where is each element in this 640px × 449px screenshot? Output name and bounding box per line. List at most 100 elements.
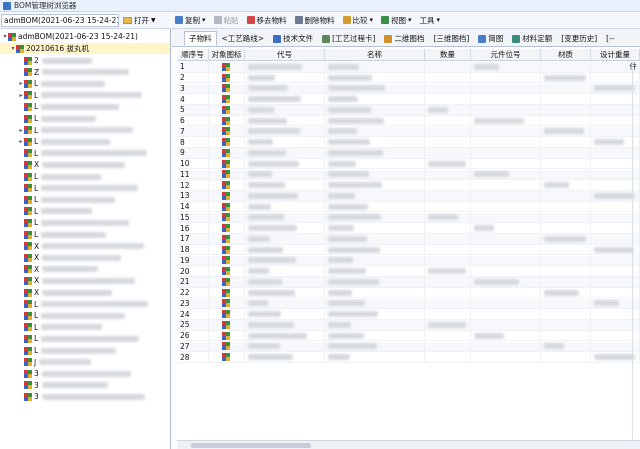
tree-node[interactable]: L [0,194,170,205]
tab-0[interactable]: 子物料 [184,31,217,46]
tab-5[interactable]: [三维图档] [429,31,473,46]
tree-node[interactable]: J [0,357,170,368]
table-row[interactable]: 28 [177,352,640,363]
table-row[interactable]: 23 [177,298,640,310]
tab-3[interactable]: [工艺过程卡] [318,31,379,46]
open-button[interactable]: 打开 ▼ [123,14,156,27]
scrollbar-thumb[interactable] [191,443,311,448]
tab-2[interactable]: 技术文件 [269,31,317,46]
tree-node[interactable]: 3 [0,391,170,402]
table-row[interactable]: 17 [177,234,640,245]
redacted-text [248,354,293,361]
column-header[interactable]: 对象图标 [209,49,245,61]
tree-node[interactable]: L [0,322,170,333]
redacted-text [248,268,269,275]
table-row[interactable]: 16 [177,223,640,234]
table-row[interactable]: 24 [177,309,640,320]
column-header[interactable]: 设计重量 [591,49,640,61]
tree-node[interactable]: ▸ L [0,90,170,101]
tree-node[interactable]: L [0,310,170,321]
tree-node[interactable]: L [0,171,170,182]
toolbar-item-2[interactable]: 移去物料 [246,15,287,26]
table-row[interactable]: 13 [177,191,640,202]
tree-node[interactable]: X [0,264,170,275]
table-row[interactable]: 18 [177,244,640,256]
table-cell [541,287,591,298]
table-row[interactable]: 19 [177,255,640,267]
tab-1[interactable]: <工艺路线> [218,31,269,46]
tree-node[interactable]: Z [0,67,170,78]
table-row[interactable]: 6 [177,115,640,127]
table-row[interactable]: 4 [177,94,640,105]
redacted-text [428,160,466,167]
column-header[interactable]: 数量 [425,49,471,61]
table-row[interactable]: 15 [177,212,640,224]
table-row[interactable]: 3 [177,83,640,95]
tab-8[interactable]: [变更历史] [557,31,601,46]
tree-node[interactable]: X [0,275,170,286]
tab-7[interactable]: 材料定额 [508,31,556,46]
table-row[interactable]: 10 [177,158,640,170]
tree-node[interactable]: X [0,252,170,263]
bom-selector-combo[interactable]: admBOM(2021-06-23 15-24-21) ⌵ [1,13,119,27]
table-row[interactable]: 9 [177,148,640,159]
tree-node[interactable]: X [0,241,170,252]
table-cell [541,72,591,83]
tree-node[interactable]: L [0,217,170,228]
tree-node[interactable]: L [0,229,170,240]
table-row[interactable]: 26 [177,330,640,342]
table-row[interactable]: 7 [177,126,640,138]
tree-node[interactable]: L [0,299,170,310]
tree-node[interactable]: 3 [0,380,170,391]
tree-node[interactable]: L [0,101,170,112]
tab-9[interactable]: [-- [602,31,618,46]
tree-node[interactable]: L [0,206,170,217]
tree-node[interactable]: ▾ 20210616 拔丸机 [0,43,170,54]
toolbar-item-4[interactable]: 比较 ▾ [342,15,373,26]
tree-node[interactable]: ▸ L [0,125,170,136]
tree-node[interactable]: X [0,287,170,298]
toolbar-item-0[interactable]: 复制 ▾ [175,15,206,26]
tab-6[interactable]: 简图 [474,31,507,46]
tree-node[interactable]: ▾ admBOM(2021-06-23 15-24-21) [0,31,170,42]
toolbar-item-6[interactable]: 工具 ▾ [420,15,441,26]
table-row[interactable]: 25 [177,320,640,331]
table-row[interactable]: 27 [177,341,640,353]
tree-node-label: X [34,288,40,297]
table-row[interactable]: 20 [177,266,640,277]
tree-node-label: J [34,357,37,367]
bom-tree[interactable]: ▾ admBOM(2021-06-23 15-24-21) ▾ 20210616 拔丸… [0,29,171,449]
column-header[interactable]: 名称 [325,49,425,61]
tab-4[interactable]: 二维图档 [380,31,428,46]
column-header[interactable]: 代号 [245,49,325,61]
tree-node[interactable]: L [0,333,170,344]
column-header[interactable]: 顺序号 [177,49,209,61]
table-row[interactable]: 14 [177,201,640,213]
tree-node[interactable]: 3 [0,368,170,379]
tree-node[interactable]: L [0,148,170,159]
bom-node-icon [24,218,32,227]
table-row[interactable]: 2 [177,72,640,84]
tree-node[interactable]: X [0,159,170,170]
horizontal-scrollbar[interactable] [177,440,640,449]
table-cell: 14 [177,201,209,212]
column-header[interactable]: 元件位号 [471,49,541,61]
table-row[interactable]: 11 [177,169,640,181]
tree-node[interactable]: 2 [0,55,170,66]
tree-node[interactable]: L [0,345,170,356]
tree-node[interactable]: ▸ L [0,78,170,89]
table-row[interactable]: 1件 [177,62,640,73]
column-header[interactable]: 材质 [541,49,591,61]
toolbar-item-5[interactable]: 视图 ▾ [381,15,412,26]
bom-node-icon [24,91,32,100]
tree-node[interactable]: L [0,183,170,194]
table-row[interactable]: 22 [177,287,640,299]
table-row[interactable]: 8 [177,137,640,148]
toolbar-item-3[interactable]: 删除物料 [294,15,335,26]
table-row[interactable]: 12 [177,180,640,191]
table-cell [425,309,471,319]
table-row[interactable]: 21 [177,277,640,288]
tree-node[interactable]: L [0,113,170,124]
table-row[interactable]: 5 [177,105,640,116]
tree-node[interactable]: ▸ L [0,136,170,147]
